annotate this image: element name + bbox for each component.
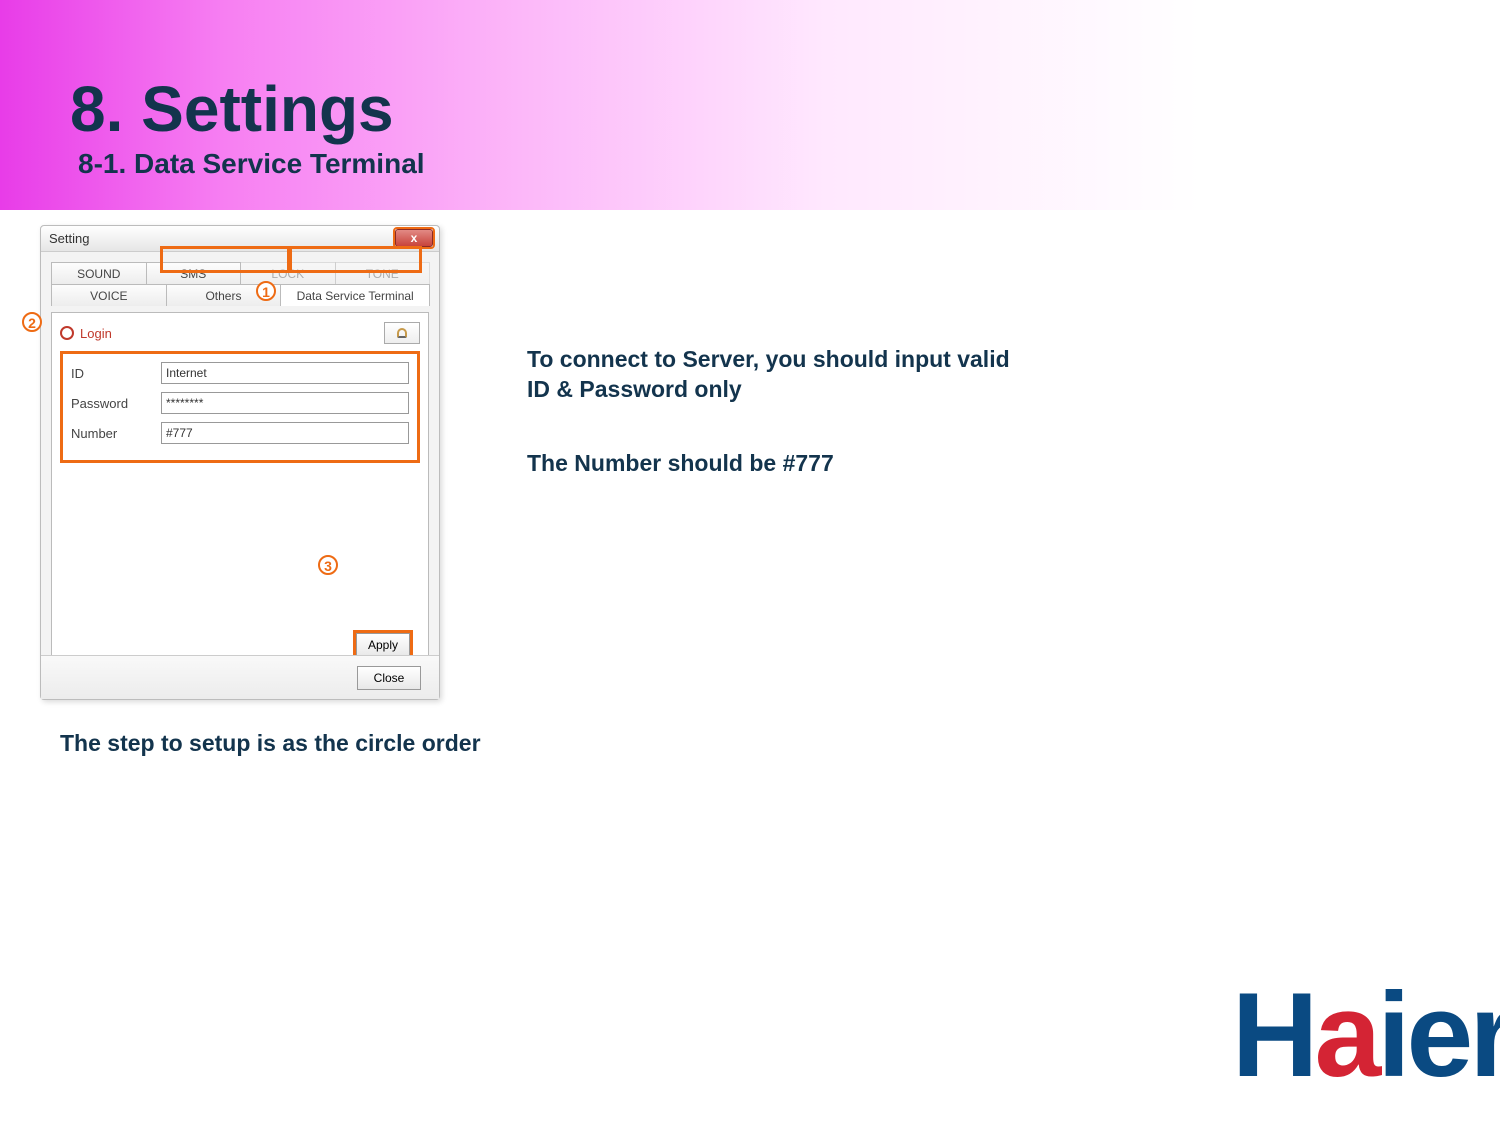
apply-wrap: Apply [356, 633, 410, 657]
haier-logo: Haier [1232, 966, 1500, 1104]
login-form-highlight: ID Password Number [60, 351, 420, 463]
row-number: Number [71, 422, 409, 444]
page-subtitle: 8-1. Data Service Terminal [78, 148, 425, 180]
apply-button[interactable]: Apply [356, 633, 410, 657]
window-title: Setting [49, 231, 89, 246]
row-password: Password [71, 392, 409, 414]
tab-sms[interactable]: SMS [146, 262, 242, 284]
label-password: Password [71, 396, 161, 411]
step-badge-1: 1 [256, 281, 276, 301]
settings-window: Setting x 1 SOUND SMS LOCK TONE VOICE Ot… [40, 225, 440, 700]
caption-text: The step to setup is as the circle order [60, 730, 481, 757]
label-id: ID [71, 366, 161, 381]
logo-ier: ier [1377, 968, 1500, 1102]
tab-lock[interactable]: LOCK [240, 262, 336, 284]
tab-tone[interactable]: TONE [335, 262, 431, 284]
close-button[interactable]: Close [357, 666, 421, 690]
step-badge-3: 3 [318, 555, 338, 575]
input-number[interactable] [161, 422, 409, 444]
slide: 8. Settings 8-1. Data Service Terminal 2… [0, 0, 1500, 1122]
tab-sound[interactable]: SOUND [51, 262, 147, 284]
page-title: 8. Settings [70, 72, 394, 146]
window-close-button[interactable]: x [395, 229, 433, 247]
login-header-label: Login [80, 326, 112, 341]
tab-content: Login ID Password Number [51, 312, 429, 667]
bulb-icon [397, 328, 407, 338]
window-bottom-bar: Close [41, 655, 439, 699]
input-id[interactable] [161, 362, 409, 384]
logo-h: H [1232, 968, 1315, 1102]
instruction-text-1: To connect to Server, you should input v… [527, 345, 1027, 405]
logo-a: a [1314, 968, 1377, 1102]
tabs-area: SOUND SMS LOCK TONE VOICE Others Data Se… [51, 262, 429, 312]
login-header: Login [60, 321, 420, 345]
instruction-text-2: The Number should be #777 [527, 450, 834, 477]
tab-voice[interactable]: VOICE [51, 284, 167, 306]
row-id: ID [71, 362, 409, 384]
tab-data-service-terminal[interactable]: Data Service Terminal [280, 284, 430, 306]
step-badge-2: 2 [22, 312, 42, 332]
window-titlebar: Setting x [41, 226, 439, 252]
input-password[interactable] [161, 392, 409, 414]
label-number: Number [71, 426, 161, 441]
hint-button[interactable] [384, 322, 420, 344]
gear-icon [60, 326, 74, 340]
